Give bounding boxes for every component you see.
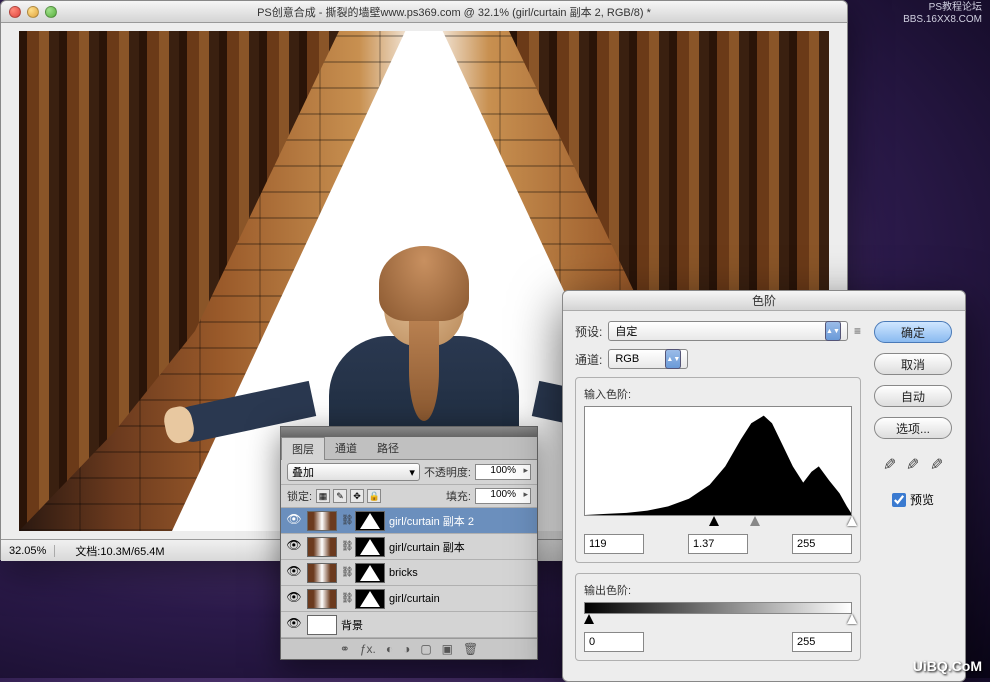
tab-channels[interactable]: 通道 (325, 437, 367, 459)
out-black-handle[interactable] (584, 614, 594, 624)
options-button[interactable]: 选项... (874, 417, 952, 439)
fx-icon[interactable]: ƒx. (360, 642, 376, 656)
channel-label: 通道: (575, 351, 602, 368)
doc-info: 文档:10.3M/65.4M (75, 543, 164, 559)
layer-name: 背景 (341, 617, 533, 633)
output-levels-group: 输出色阶: (575, 573, 861, 661)
output-black-field[interactable] (584, 632, 644, 652)
input-levels-label: 输入色阶: (584, 386, 852, 402)
lock-label: 锁定: (287, 488, 312, 504)
output-white-field[interactable] (792, 632, 852, 652)
input-slider[interactable] (584, 518, 852, 528)
visibility-icon[interactable]: 👁 (285, 616, 303, 634)
zoom-icon[interactable] (45, 6, 57, 18)
close-icon[interactable] (9, 6, 21, 18)
layer-thumb[interactable] (307, 563, 337, 583)
preset-label: 预设: (575, 323, 602, 340)
lock-all-icon[interactable]: 🔒 (367, 489, 381, 503)
white-point-handle[interactable] (847, 516, 857, 526)
cancel-button[interactable]: 取消 (874, 353, 952, 375)
titlebar[interactable]: PS创意合成 - 撕裂的墙壁www.ps369.com @ 32.1% (gir… (1, 1, 847, 23)
visibility-icon[interactable]: 👁 (285, 512, 303, 530)
ok-button[interactable]: 确定 (874, 321, 952, 343)
adjustment-icon[interactable]: ◑ (403, 642, 410, 656)
visibility-icon[interactable]: 👁 (285, 538, 303, 556)
black-eyedropper-icon[interactable]: ✎ (883, 455, 896, 475)
preview-checkbox[interactable]: 预览 (892, 491, 934, 508)
link-icon[interactable]: ⛓ (341, 515, 351, 526)
layer-name: girl/curtain (389, 593, 533, 605)
output-levels-label: 输出色阶: (584, 582, 852, 598)
layer-name: girl/curtain 副本 (389, 539, 533, 555)
input-levels-group: 输入色阶: (575, 377, 861, 563)
lock-position-icon[interactable]: ✥ (350, 489, 364, 503)
fill-label: 填充: (446, 488, 471, 504)
auto-button[interactable]: 自动 (874, 385, 952, 407)
gamma-handle[interactable] (750, 516, 760, 526)
mask-thumb[interactable] (355, 537, 385, 557)
levels-dialog: 色阶 预设: 自定 ▲▼ ≡ 通道: RGB ▲▼ 输入色阶: (562, 290, 966, 682)
input-gamma-field[interactable] (688, 534, 748, 554)
opacity-field[interactable]: 100% (475, 464, 531, 480)
layer-row[interactable]: 👁 ⛓ girl/curtain (281, 586, 537, 612)
layer-row[interactable]: 👁 ⛓ girl/curtain 副本 (281, 534, 537, 560)
zoom-level[interactable]: 32.05% (9, 545, 55, 557)
link-icon[interactable]: ⛓ (341, 593, 351, 604)
fill-field[interactable]: 100% (475, 488, 531, 504)
tab-paths[interactable]: 路径 (367, 437, 409, 459)
histogram[interactable] (584, 406, 852, 516)
preset-menu-icon[interactable]: ≡ (854, 324, 861, 338)
visibility-icon[interactable]: 👁 (285, 564, 303, 582)
blend-mode-select[interactable]: 叠加▾ (287, 463, 420, 481)
tab-layers[interactable]: 图层 (281, 437, 325, 460)
watermark-top: PS教程论坛 BBS.16XX8.COM (903, 2, 982, 26)
opacity-label: 不透明度: (424, 464, 471, 480)
layer-name: bricks (389, 567, 533, 579)
lock-pixels-icon[interactable]: ✎ (333, 489, 347, 503)
black-point-handle[interactable] (709, 516, 719, 526)
panel-tabs: 图层 通道 路径 (281, 437, 537, 460)
output-gradient[interactable] (584, 602, 852, 614)
mask-thumb[interactable] (355, 563, 385, 583)
group-icon[interactable]: ▢ (420, 642, 431, 656)
trash-icon[interactable]: 🗑 (463, 642, 478, 656)
link-layers-icon[interactable]: ⚭ (340, 642, 350, 656)
panel-grip[interactable] (281, 427, 537, 437)
layer-thumb[interactable] (307, 589, 337, 609)
preview-checkbox-input[interactable] (892, 493, 906, 507)
preset-select[interactable]: 自定 ▲▼ (608, 321, 848, 341)
out-white-handle[interactable] (847, 614, 857, 624)
minimize-icon[interactable] (27, 6, 39, 18)
channel-select[interactable]: RGB ▲▼ (608, 349, 688, 369)
link-icon[interactable]: ⛓ (341, 567, 351, 578)
white-eyedropper-icon[interactable]: ✎ (930, 455, 943, 475)
link-icon[interactable]: ⛓ (341, 541, 351, 552)
layer-row[interactable]: 👁 ⛓ bricks (281, 560, 537, 586)
layer-row[interactable]: 👁 ⛓ girl/curtain 副本 2 (281, 508, 537, 534)
layer-thumb[interactable] (307, 537, 337, 557)
layer-thumb[interactable] (307, 615, 337, 635)
watermark-bottom: UiBQ.CoM (913, 658, 982, 674)
layer-row[interactable]: 👁 背景 (281, 612, 537, 638)
output-slider[interactable] (584, 616, 852, 626)
input-black-field[interactable] (584, 534, 644, 554)
layer-list: 👁 ⛓ girl/curtain 副本 2 👁 ⛓ girl/curtain 副本 👁 ⛓ br… (281, 508, 537, 638)
layers-panel: 图层 通道 路径 叠加▾ 不透明度: 100% 锁定: ▦ ✎ ✥ 🔒 填充: … (280, 426, 538, 660)
new-layer-icon[interactable]: ▣ (442, 642, 453, 656)
lock-transparent-icon[interactable]: ▦ (316, 489, 330, 503)
gray-eyedropper-icon[interactable]: ✎ (906, 455, 919, 475)
layer-name: girl/curtain 副本 2 (389, 513, 533, 529)
mask-icon[interactable]: ◐ (386, 642, 393, 656)
mask-thumb[interactable] (355, 511, 385, 531)
visibility-icon[interactable]: 👁 (285, 590, 303, 608)
mask-thumb[interactable] (355, 589, 385, 609)
input-white-field[interactable] (792, 534, 852, 554)
layers-footer: ⚭ ƒx. ◐ ◑ ▢ ▣ 🗑 (281, 638, 537, 659)
dialog-title[interactable]: 色阶 (563, 291, 965, 311)
window-title: PS创意合成 - 撕裂的墙壁www.ps369.com @ 32.1% (gir… (69, 4, 839, 20)
layer-thumb[interactable] (307, 511, 337, 531)
